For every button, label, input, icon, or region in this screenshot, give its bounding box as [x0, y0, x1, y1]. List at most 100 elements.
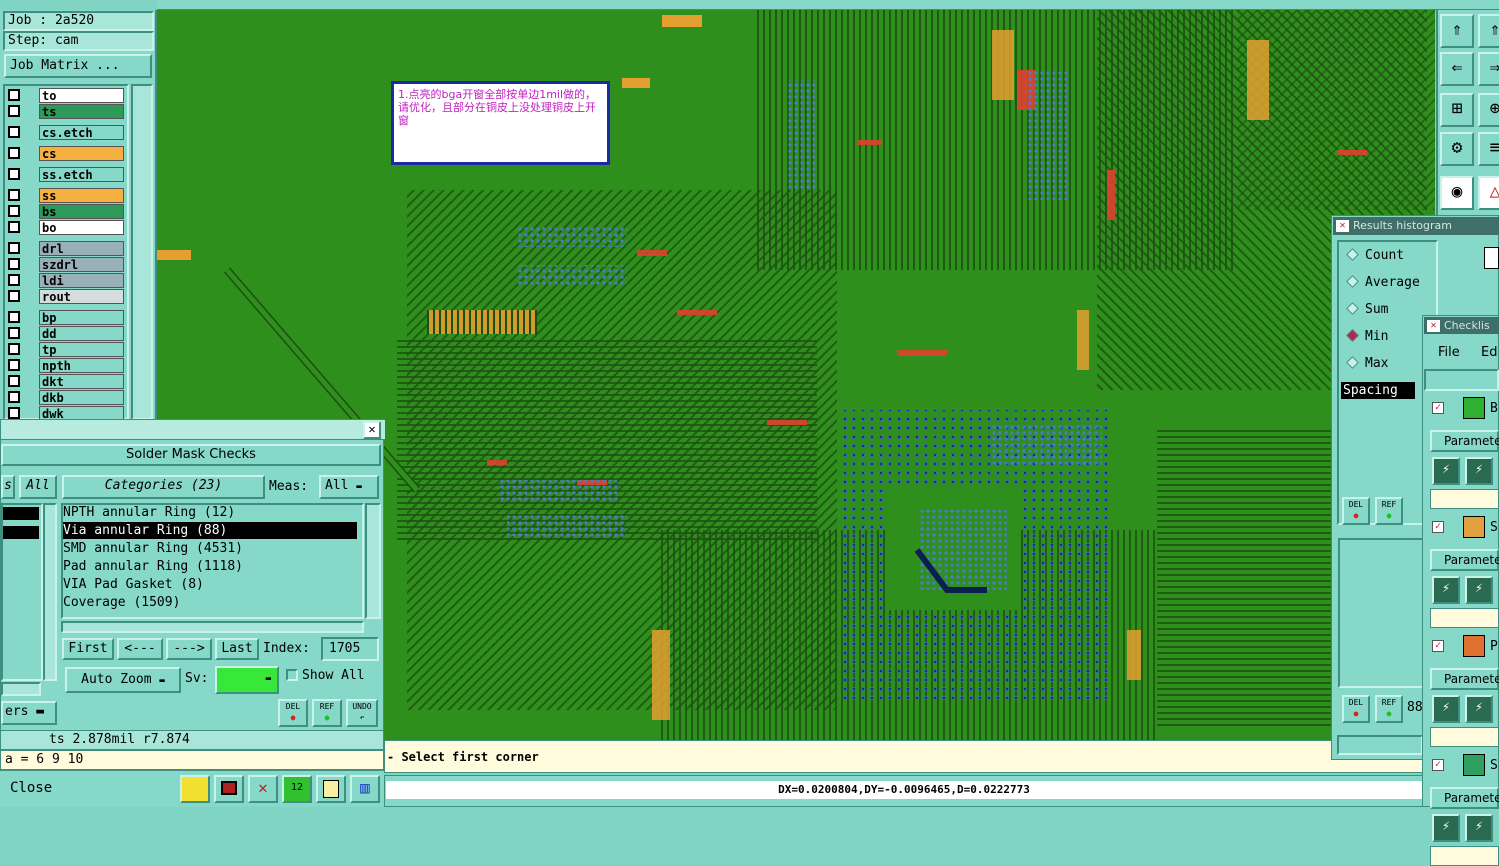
meas-dropdown[interactable]: All ▬ — [319, 475, 379, 499]
category-item[interactable]: NPTH annular Ring (12) — [63, 504, 235, 521]
layer-row[interactable]: cs — [6, 146, 124, 161]
layer-row[interactable]: szdrl — [6, 257, 124, 272]
check-icon[interactable]: ✓ — [1432, 759, 1444, 771]
layer-checkbox[interactable] — [8, 375, 20, 387]
option-sum[interactable]: Sum — [1346, 302, 1388, 317]
draw-icon[interactable]: △ — [1478, 176, 1499, 210]
close-label[interactable]: Close — [10, 780, 52, 796]
layer-checkbox[interactable] — [8, 311, 20, 323]
layer-checkbox[interactable] — [8, 189, 20, 201]
parameters-button[interactable]: Paramete — [1430, 430, 1499, 452]
menu-edit[interactable]: Ed — [1481, 345, 1497, 360]
histogram-side-button[interactable] — [1484, 247, 1499, 269]
upright-icon[interactable]: ⇑ — [1478, 14, 1499, 48]
layer-checkbox[interactable] — [8, 147, 20, 159]
action-icon[interactable] — [1463, 754, 1485, 776]
spacing-field[interactable]: Spacing — [1341, 382, 1415, 399]
layer-row[interactable]: bp — [6, 310, 124, 325]
layer-scrollbar[interactable] — [131, 84, 153, 420]
check-icon[interactable]: ✓ — [1432, 640, 1444, 652]
run-icon[interactable]: ⚡ — [1465, 576, 1493, 604]
layer-row[interactable]: cs.etch — [6, 125, 124, 140]
fit-icon[interactable]: ⊞ — [1440, 93, 1474, 127]
rh-del-button[interactable]: DEL ● — [1342, 497, 1370, 525]
layer-checkbox[interactable] — [8, 105, 20, 117]
run-icon[interactable]: ⚡ — [1432, 814, 1460, 842]
layer-row[interactable]: tp — [6, 342, 124, 357]
parameters-button[interactable]: Paramete — [1430, 549, 1499, 571]
rh-ref-button[interactable]: REF ● — [1375, 497, 1403, 525]
command-line[interactable]: a = 6 9 10 — [0, 750, 384, 770]
layer-checkbox[interactable] — [8, 126, 20, 138]
layer-checkbox[interactable] — [8, 391, 20, 403]
action-icon[interactable] — [1463, 516, 1485, 538]
left-list-hscroll[interactable] — [1, 682, 41, 696]
layer-checkbox[interactable] — [8, 407, 20, 419]
pan-right-icon[interactable]: ⇒ — [1478, 52, 1499, 86]
categories-hscroll[interactable] — [61, 621, 364, 633]
settings-icon[interactable]: ≡ — [1478, 132, 1499, 166]
run-icon[interactable]: ⚡ — [1465, 814, 1493, 842]
left-tab-all[interactable]: All — [19, 475, 57, 499]
number-12-icon[interactable]: 12 — [282, 775, 312, 803]
layer-checkbox[interactable] — [8, 327, 20, 339]
category-item[interactable]: SMD annular Ring (4531) — [63, 540, 243, 557]
left-list-scrollbar[interactable] — [43, 503, 57, 681]
layer-checkbox[interactable] — [8, 343, 20, 355]
run-icon[interactable]: ⚡ — [1432, 695, 1460, 723]
layer-row[interactable]: npth — [6, 358, 124, 373]
job-matrix-button[interactable]: Job Matrix ... — [4, 54, 152, 78]
category-item[interactable]: Via annular Ring (88) — [63, 522, 357, 539]
annotation-note[interactable]: 1.点亮的bga开窗全部按单边1mil做的，请优化，且部分在铜皮上没处理铜皮上开… — [391, 81, 610, 165]
chart-yellow-icon[interactable] — [180, 775, 210, 803]
categories-scrollbar[interactable] — [365, 503, 381, 619]
action-icon[interactable] — [1463, 635, 1485, 657]
layer-row[interactable]: bs — [6, 204, 124, 219]
option-count[interactable]: Count — [1346, 248, 1404, 263]
close-icon[interactable]: ✕ — [1336, 220, 1349, 232]
layer-checkbox[interactable] — [8, 168, 20, 180]
action-icon[interactable] — [1463, 397, 1485, 419]
prev-button[interactable]: <--- — [117, 638, 163, 660]
ref-button[interactable]: REF ● — [312, 699, 342, 727]
zoom-icon[interactable]: ⊕ — [1478, 93, 1499, 127]
parameters-button[interactable]: Paramete — [1430, 668, 1499, 690]
layer-checkbox[interactable] — [8, 258, 20, 270]
tool-icon[interactable]: ⚙ — [1440, 132, 1474, 166]
next-button[interactable]: ---> — [166, 638, 212, 660]
option-max[interactable]: Max — [1346, 356, 1388, 371]
rh-ref-button-2[interactable]: REF ● — [1375, 695, 1403, 723]
del-button[interactable]: DEL ● — [278, 699, 308, 727]
document-icon[interactable] — [316, 775, 346, 803]
ref-cross-icon[interactable]: ✕ — [248, 775, 278, 803]
category-item[interactable]: Pad annular Ring (1118) — [63, 558, 243, 575]
layer-row[interactable]: drl — [6, 241, 124, 256]
layer-row[interactable]: rout — [6, 289, 124, 304]
layer-row[interactable]: bo — [6, 220, 124, 235]
layer-checkbox[interactable] — [8, 290, 20, 302]
run-icon[interactable]: ⚡ — [1432, 576, 1460, 604]
layer-row[interactable]: dkt — [6, 374, 124, 389]
auto-zoom-dropdown[interactable]: Auto Zoom ▬ — [65, 667, 181, 693]
layer-checkbox[interactable] — [8, 242, 20, 254]
first-button[interactable]: First — [62, 638, 114, 660]
layer-row[interactable]: dkb — [6, 390, 124, 405]
left-list[interactable] — [1, 503, 43, 681]
show-all-checkbox[interactable] — [286, 669, 298, 681]
category-item[interactable]: VIA Pad Gasket (8) — [63, 576, 204, 593]
layer-row[interactable]: dd — [6, 326, 124, 341]
last-button[interactable]: Last — [215, 638, 259, 660]
layer-row[interactable]: ss.etch — [6, 167, 124, 182]
run-icon[interactable]: ⚡ — [1432, 457, 1460, 485]
check-icon[interactable]: ✓ — [1432, 402, 1444, 414]
layer-checkbox[interactable] — [8, 359, 20, 371]
measure-icon[interactable]: ◉ — [1440, 176, 1474, 210]
rh-del-button-2[interactable]: DEL ● — [1342, 695, 1370, 723]
layer-row[interactable]: ss — [6, 188, 124, 203]
layer-checkbox[interactable] — [8, 221, 20, 233]
run-icon[interactable]: ⚡ — [1465, 457, 1493, 485]
sv-color-dropdown[interactable]: ▬ — [215, 666, 279, 694]
run-icon[interactable]: ⚡ — [1465, 695, 1493, 723]
left-tab-s[interactable]: s — [1, 475, 15, 499]
check-icon[interactable]: ✓ — [1432, 521, 1444, 533]
